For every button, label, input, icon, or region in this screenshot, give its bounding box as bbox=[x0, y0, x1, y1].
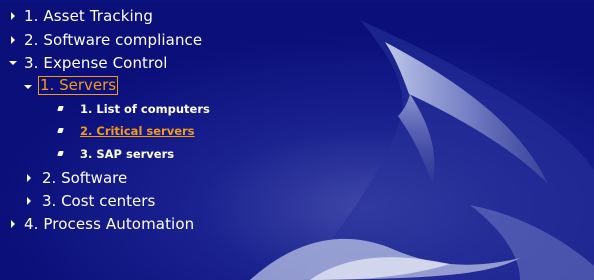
triangle-right-icon bbox=[27, 174, 31, 182]
triangle-down-icon bbox=[9, 61, 17, 65]
bullet-icon bbox=[57, 106, 64, 111]
tree-item-label-selected: 1. Servers bbox=[38, 76, 119, 95]
tree-item-label: 3. Cost centers bbox=[42, 192, 156, 210]
bullet-icon bbox=[57, 128, 64, 133]
triangle-right-icon bbox=[11, 12, 15, 20]
triangle-right-icon bbox=[11, 220, 15, 228]
tree-item-label: 2. Software bbox=[42, 169, 128, 187]
triangle-right-icon bbox=[27, 197, 31, 205]
bullet-icon bbox=[57, 151, 64, 156]
tree-item-label: 1. List of computers bbox=[80, 102, 210, 116]
triangle-right-icon bbox=[11, 36, 15, 44]
tree-item-label: 3. Expense Control bbox=[24, 54, 168, 72]
navigation-tree: 1. Asset Tracking 2. Software compliance… bbox=[0, 0, 594, 280]
tree-item-label: 1. Asset Tracking bbox=[24, 7, 153, 25]
navigation-tree-panel: 1. Asset Tracking 2. Software compliance… bbox=[0, 0, 594, 280]
tree-item-link-active[interactable]: 2. Critical servers bbox=[80, 124, 195, 138]
tree-item-label: 4. Process Automation bbox=[24, 215, 195, 233]
triangle-down-icon bbox=[24, 85, 32, 89]
tree-item-label: 3. SAP servers bbox=[80, 147, 175, 161]
tree-item-label: 2. Software compliance bbox=[24, 31, 203, 49]
